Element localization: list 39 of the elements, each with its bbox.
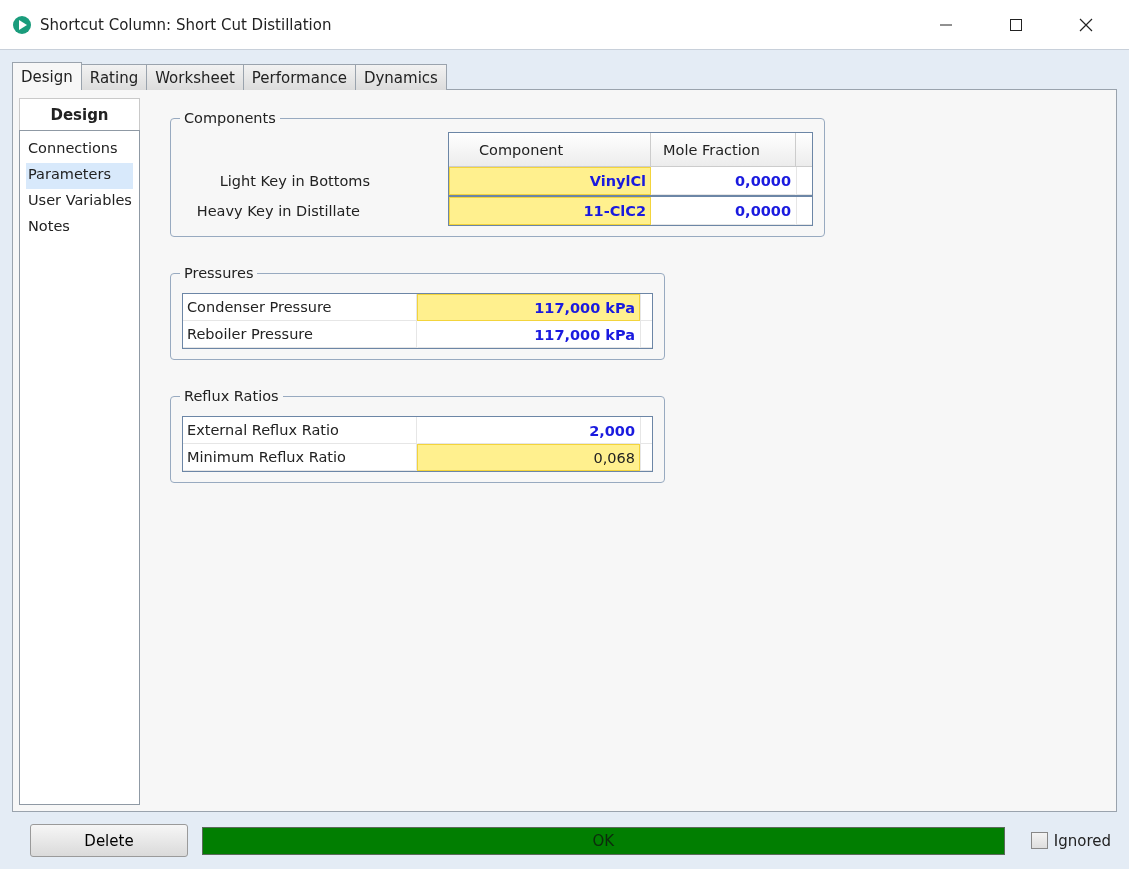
row-label: Reboiler Pressure [183,321,417,348]
blank-cell [640,417,652,444]
sidebar-header: Design [19,98,140,130]
group-title: Components [183,110,277,126]
group-title: Pressures [183,265,255,281]
blank-cell [796,197,812,225]
row-label: External Reflux Ratio [183,417,417,444]
tab[interactable]: Rating [80,64,148,90]
value-cell[interactable]: 117,000 kPa [417,294,640,321]
sidebar-item[interactable]: Parameters [26,163,133,189]
tab[interactable]: Worksheet [146,64,244,90]
tab[interactable]: Performance [242,64,356,90]
checkbox[interactable] [1030,832,1048,849]
group-title: Reflux Ratios [183,388,280,404]
status-bar: OK [202,826,1005,855]
sidebar-item[interactable]: User Variables [26,189,133,215]
delete-button[interactable]: Delete [30,824,188,857]
tab[interactable]: Dynamics [354,64,447,90]
column-header: Mole Fraction [651,133,796,167]
maximize-icon [1009,17,1023,32]
row-label: Light Key in Bottoms [218,172,371,191]
row-label: Condenser Pressure [183,294,417,321]
blank-cell [640,321,652,348]
component-cell[interactable]: VinylCl [449,167,651,195]
sidebar-item[interactable]: Notes [26,215,133,241]
close-icon [1078,16,1094,33]
value-cell[interactable]: 0,068 [417,444,640,471]
minimize-icon [939,23,953,26]
tab[interactable]: Design [12,62,82,90]
blank-cell [640,444,652,471]
checkbox-label: Ignored [1053,831,1111,850]
window-title: Shortcut Column: Short Cut Distillation [40,15,333,34]
blank-cell [640,294,652,321]
row-label: Heavy Key in Distillate [195,202,361,221]
app-icon [12,14,32,35]
column-header: Component [449,133,651,167]
component-cell[interactable]: 11-ClC2 [449,197,651,225]
sidebar-item[interactable]: Connections [26,137,133,163]
row-label: Minimum Reflux Ratio [183,444,417,471]
